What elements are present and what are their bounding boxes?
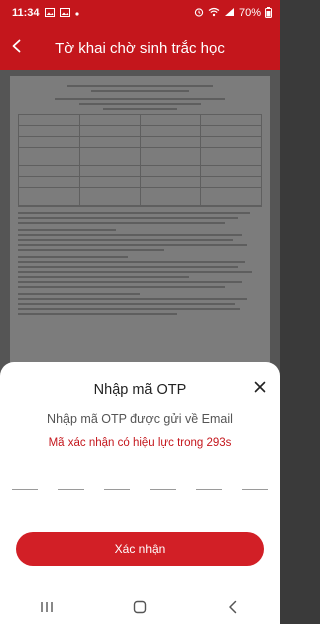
close-icon [254, 380, 266, 398]
system-nav-bar [0, 594, 280, 624]
back-button[interactable] [0, 26, 34, 70]
otp-digit-3[interactable] [104, 462, 130, 490]
signal-icon [224, 7, 235, 19]
recent-apps-button[interactable] [27, 597, 67, 621]
image-icon [44, 7, 55, 19]
document-table [18, 114, 262, 207]
otp-digit-5[interactable] [196, 462, 222, 490]
home-icon [133, 600, 147, 619]
confirm-button[interactable]: Xác nhận [16, 532, 264, 566]
home-button[interactable] [120, 597, 160, 621]
dot-icon [74, 9, 79, 18]
status-left: 11:34 [12, 7, 79, 19]
otp-bottom-sheet: Nhập mã OTP Nhập mã OTP được gửi về Emai… [0, 362, 280, 594]
battery-level: 70% [238, 7, 261, 19]
otp-digit-1[interactable] [12, 462, 38, 490]
otp-digit-4[interactable] [150, 462, 176, 490]
otp-digit-6[interactable] [242, 462, 268, 490]
declaration-document [10, 76, 270, 406]
alarm-icon [194, 7, 204, 19]
otp-validity-countdown: Mã xác nhận có hiệu lực trong 293s [48, 437, 232, 449]
status-right: 70% [194, 6, 272, 20]
otp-input-group [12, 462, 268, 490]
document-preview [0, 70, 280, 406]
page-title: Tờ khai chờ sinh trắc học [55, 39, 225, 57]
close-button[interactable] [250, 379, 270, 399]
system-back-button[interactable] [213, 597, 253, 621]
app-header: Tờ khai chờ sinh trắc học [0, 26, 280, 70]
back-icon [227, 600, 239, 619]
image-icon [59, 7, 70, 19]
status-time: 11:34 [12, 7, 40, 19]
wifi-icon [208, 7, 220, 19]
battery-icon [265, 6, 272, 20]
recent-apps-icon [40, 600, 54, 618]
otp-sheet-title: Nhập mã OTP [93, 382, 187, 398]
arrow-left-icon [10, 39, 24, 58]
otp-digit-2[interactable] [58, 462, 84, 490]
status-bar: 11:34 70% [0, 0, 280, 26]
otp-instruction: Nhập mã OTP được gửi về Email [47, 412, 233, 426]
